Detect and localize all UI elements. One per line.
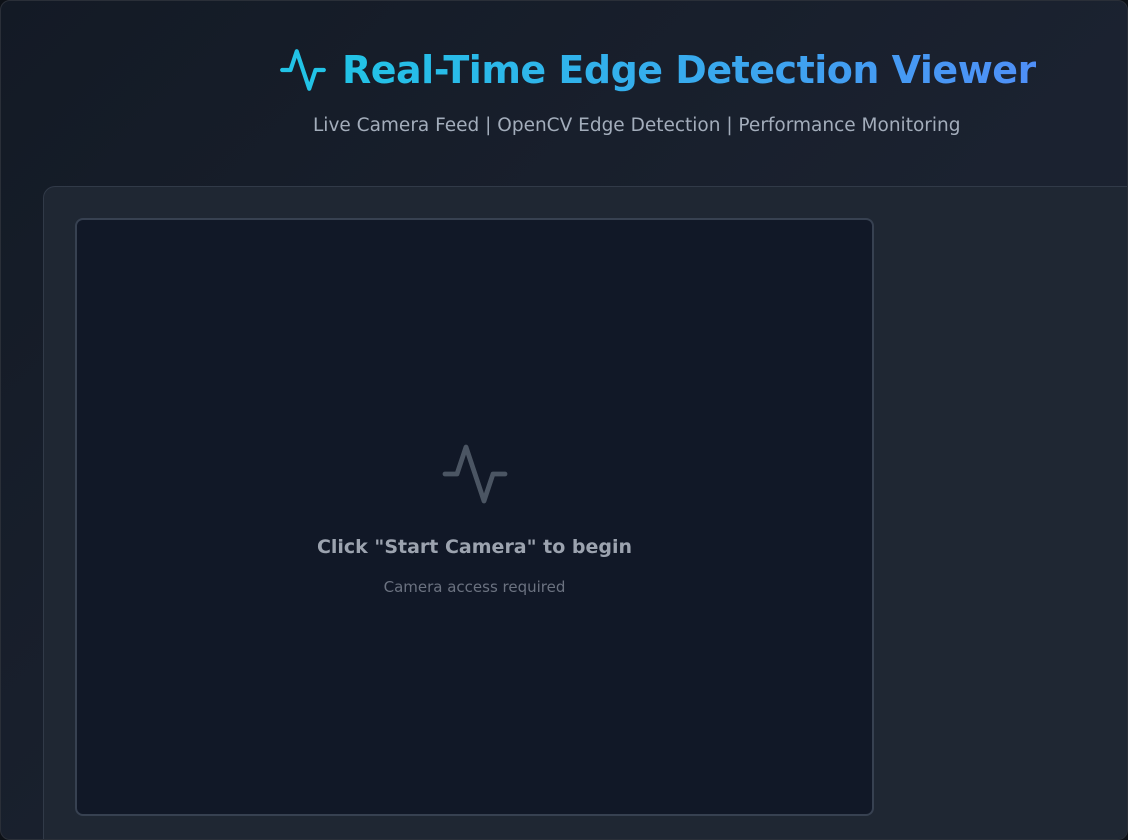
title-row: Real-Time Edge Detection Viewer [278, 39, 1036, 101]
placeholder-subtitle: Camera access required [383, 578, 566, 596]
camera-placeholder: Click "Start Camera" to begin Camera acc… [77, 438, 872, 596]
app-window: Real-Time Edge Detection Viewer Live Cam… [0, 0, 1128, 840]
header: Real-Time Edge Detection Viewer Live Cam… [1, 39, 1127, 159]
camera-feed-area: Click "Start Camera" to begin Camera acc… [75, 218, 874, 816]
page-title: Real-Time Edge Detection Viewer [342, 48, 1036, 92]
activity-pulse-icon [278, 45, 328, 95]
activity-pulse-icon [442, 444, 507, 504]
page-subtitle: Live Camera Feed | OpenCV Edge Detection… [313, 115, 961, 136]
main-panel: Click "Start Camera" to begin Camera acc… [43, 186, 1127, 839]
placeholder-title: Click "Start Camera" to begin [316, 536, 633, 558]
